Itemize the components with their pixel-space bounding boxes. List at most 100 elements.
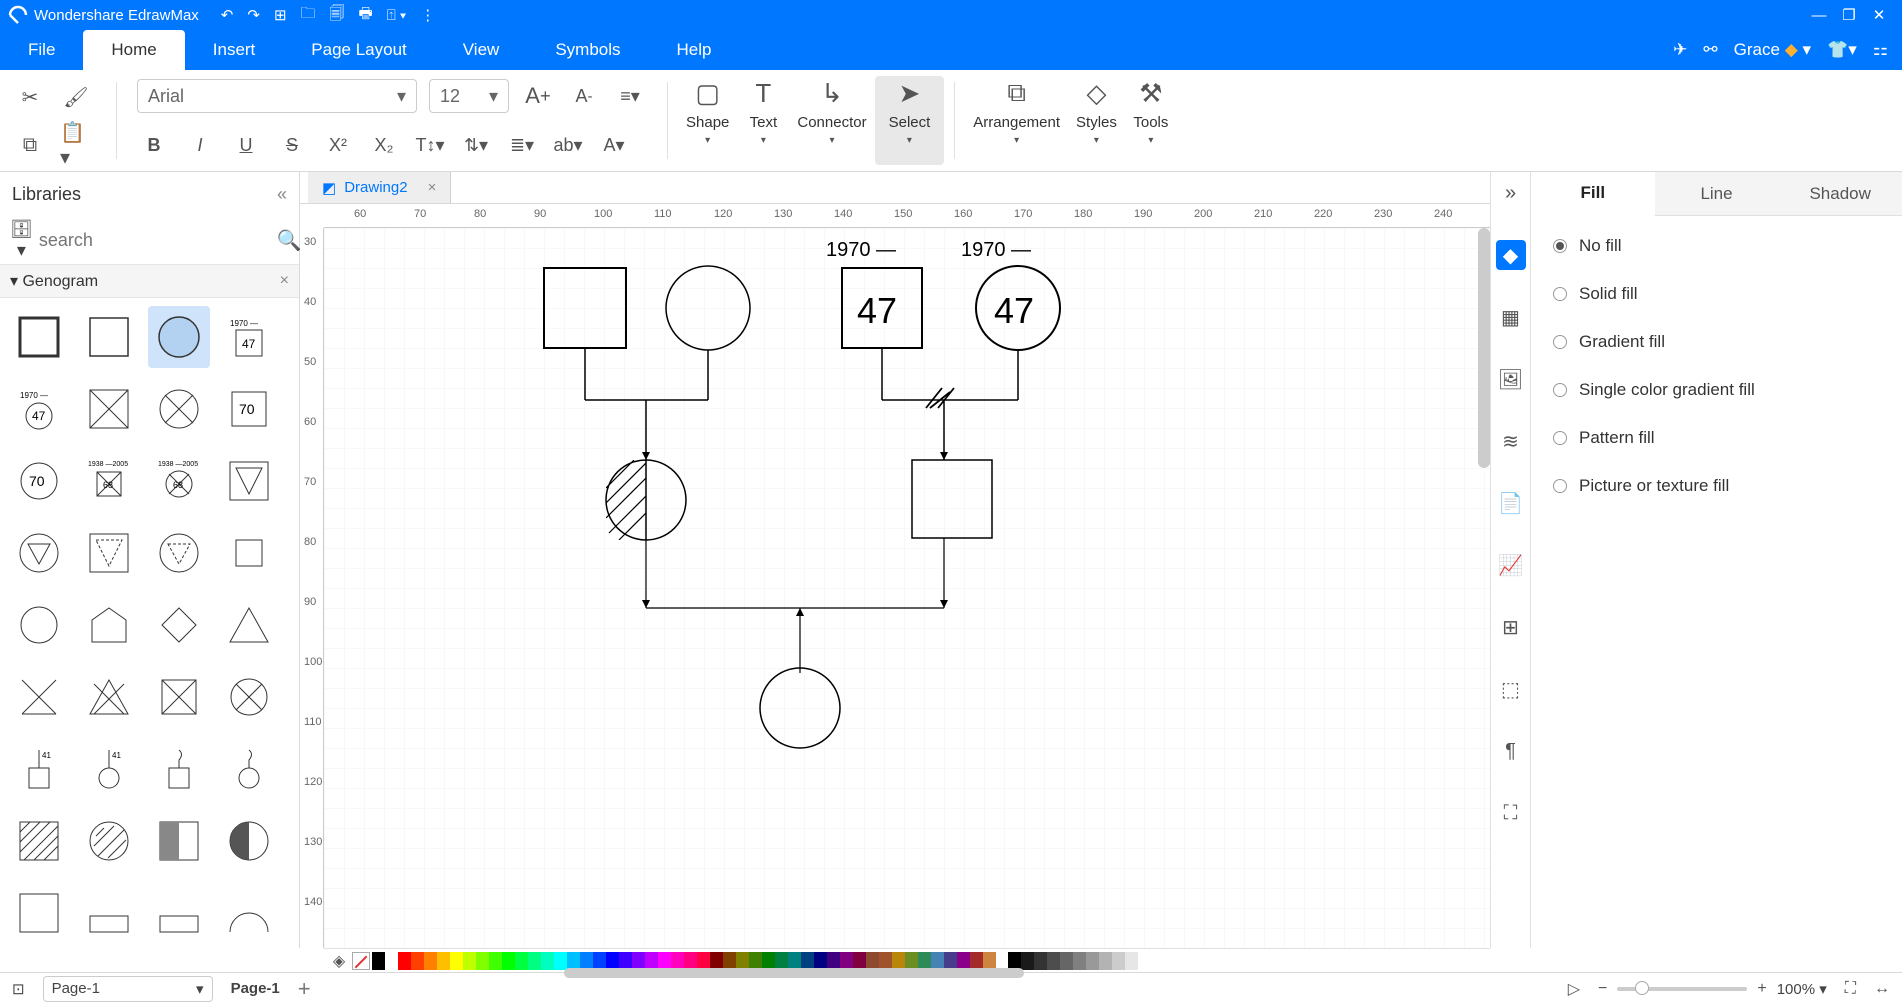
export-icon[interactable]: ⍐ ▾ bbox=[387, 7, 406, 24]
canvas-hscroll[interactable] bbox=[324, 968, 1488, 980]
color-swatch[interactable] bbox=[398, 952, 411, 970]
color-swatch[interactable] bbox=[931, 952, 944, 970]
color-swatch[interactable] bbox=[489, 952, 502, 970]
font-family-select[interactable]: Arial▾ bbox=[137, 79, 417, 113]
table-tool-icon[interactable]: ⊞ bbox=[1496, 612, 1526, 642]
color-swatch[interactable] bbox=[749, 952, 762, 970]
color-swatch[interactable] bbox=[775, 952, 788, 970]
shape-hatched-circle[interactable] bbox=[78, 810, 140, 872]
menu-insert[interactable]: Insert bbox=[185, 30, 284, 70]
color-swatch[interactable] bbox=[892, 952, 905, 970]
canvas[interactable]: 1970 — 47 1970 — 47 bbox=[324, 228, 1490, 948]
color-swatch[interactable] bbox=[593, 952, 606, 970]
document-tab[interactable]: ◩ Drawing2 × bbox=[308, 172, 451, 203]
format-painter-icon[interactable]: 🖌 bbox=[60, 81, 92, 113]
search-icon[interactable]: 🔍 bbox=[277, 228, 302, 253]
menu-help[interactable]: Help bbox=[649, 30, 740, 70]
shape-triangle-in-circle[interactable] bbox=[8, 522, 70, 584]
color-swatch[interactable] bbox=[944, 952, 957, 970]
copy-icon[interactable]: ⧉ bbox=[14, 129, 46, 161]
color-swatch[interactable] bbox=[879, 952, 892, 970]
shape-tool[interactable]: ▢ Shape ▾ bbox=[678, 76, 737, 165]
line-spacing-icon[interactable]: ⇅▾ bbox=[459, 128, 493, 162]
color-swatch[interactable] bbox=[801, 952, 814, 970]
text-wrap-icon[interactable]: ab▾ bbox=[551, 128, 585, 162]
menu-home[interactable]: Home bbox=[83, 30, 184, 70]
tshirt-icon[interactable]: 👕▾ bbox=[1827, 40, 1857, 60]
color-swatch[interactable] bbox=[541, 952, 554, 970]
gray-swatch[interactable] bbox=[1138, 952, 1151, 970]
color-swatch[interactable] bbox=[619, 952, 632, 970]
page-tool-icon[interactable]: 📄 bbox=[1496, 488, 1526, 518]
shape-triangle[interactable] bbox=[218, 594, 280, 656]
shape-deceased-male[interactable] bbox=[78, 378, 140, 440]
subscript-icon[interactable]: X₂ bbox=[367, 128, 401, 162]
fill-option[interactable]: Solid fill bbox=[1553, 284, 1880, 304]
shape-male-square[interactable] bbox=[78, 306, 140, 368]
gray-swatch[interactable] bbox=[1021, 952, 1034, 970]
color-swatch[interactable] bbox=[983, 952, 996, 970]
shape-x-outline[interactable] bbox=[148, 666, 210, 728]
bold-icon[interactable]: B bbox=[137, 128, 171, 162]
gray-swatch[interactable] bbox=[1008, 952, 1021, 970]
color-swatch[interactable] bbox=[684, 952, 697, 970]
send-icon[interactable]: ✈ bbox=[1673, 40, 1687, 60]
color-swatch[interactable] bbox=[528, 952, 541, 970]
color-swatch[interactable] bbox=[658, 952, 671, 970]
color-swatch[interactable] bbox=[814, 952, 827, 970]
fill-option[interactable]: Single color gradient fill bbox=[1553, 380, 1880, 400]
page-tab[interactable]: Page-1 bbox=[231, 980, 280, 997]
fit-width-icon[interactable]: ↔ bbox=[1874, 980, 1890, 998]
shape-male-square-thick[interactable] bbox=[8, 306, 70, 368]
shape-circle-partial[interactable] bbox=[218, 882, 280, 944]
shape-circle[interactable] bbox=[8, 594, 70, 656]
rptab-fill[interactable]: Fill bbox=[1531, 172, 1655, 216]
cut-icon[interactable]: ✂ bbox=[14, 81, 46, 113]
color-swatch[interactable] bbox=[411, 952, 424, 970]
shape-triangle-dashed-ci[interactable] bbox=[148, 522, 210, 584]
shape-x-triangle[interactable] bbox=[78, 666, 140, 728]
color-swatch[interactable] bbox=[463, 952, 476, 970]
shape-half-circle[interactable] bbox=[218, 810, 280, 872]
shape-triangle-in-square[interactable] bbox=[218, 450, 280, 512]
rptab-line[interactable]: Line bbox=[1655, 172, 1779, 216]
expand-right-icon[interactable]: » bbox=[1496, 178, 1526, 208]
shape-deceased-male-aged[interactable]: 1938 —200568 bbox=[78, 450, 140, 512]
library-menu-icon[interactable]: 🗄▾ bbox=[10, 219, 33, 261]
fill-tool-icon[interactable]: ◆ bbox=[1496, 240, 1526, 270]
select-tool[interactable]: ➤ Select ▾ bbox=[875, 76, 945, 165]
gray-swatch[interactable] bbox=[1060, 952, 1073, 970]
color-swatch[interactable] bbox=[632, 952, 645, 970]
color-swatch[interactable] bbox=[827, 952, 840, 970]
color-swatch[interactable] bbox=[450, 952, 463, 970]
arrangement-tool[interactable]: ⧉ Arrangement ▾ bbox=[965, 76, 1068, 165]
underline-icon[interactable]: U bbox=[229, 128, 263, 162]
color-swatch[interactable] bbox=[554, 952, 567, 970]
color-swatch[interactable] bbox=[957, 952, 970, 970]
color-swatch[interactable] bbox=[385, 952, 398, 970]
image-tool-icon[interactable]: 🖼 bbox=[1496, 364, 1526, 394]
canvas-vscroll-thumb[interactable] bbox=[1478, 228, 1490, 468]
color-swatch[interactable] bbox=[736, 952, 749, 970]
paragraph-tool-icon[interactable]: ¶ bbox=[1496, 736, 1526, 766]
redo-icon[interactable]: ↷ bbox=[247, 6, 260, 24]
color-swatch[interactable] bbox=[476, 952, 489, 970]
search-input[interactable] bbox=[39, 223, 271, 257]
shape-stick-square1[interactable]: 41 bbox=[8, 738, 70, 800]
undo-icon[interactable]: ↶ bbox=[221, 6, 234, 24]
close-tab-icon[interactable]: × bbox=[428, 179, 437, 196]
connector-tool[interactable]: ↳ Connector ▾ bbox=[789, 76, 874, 165]
shape-half-square[interactable] bbox=[148, 810, 210, 872]
fill-option[interactable]: No fill bbox=[1553, 236, 1880, 256]
fill-option[interactable]: Gradient fill bbox=[1553, 332, 1880, 352]
color-swatch[interactable] bbox=[424, 952, 437, 970]
shape-stick-square2[interactable] bbox=[148, 738, 210, 800]
menu-page-layout[interactable]: Page Layout bbox=[283, 30, 434, 70]
page-select[interactable]: Page-1▾ bbox=[43, 976, 213, 1002]
shape-male-70[interactable]: 70 bbox=[218, 378, 280, 440]
color-swatch[interactable] bbox=[970, 952, 983, 970]
color-swatch[interactable] bbox=[762, 952, 775, 970]
close-icon[interactable]: ✕ bbox=[1864, 6, 1894, 24]
distribute-tool-icon[interactable]: ⬚ bbox=[1496, 674, 1526, 704]
increase-font-icon[interactable]: A+ bbox=[521, 79, 555, 113]
